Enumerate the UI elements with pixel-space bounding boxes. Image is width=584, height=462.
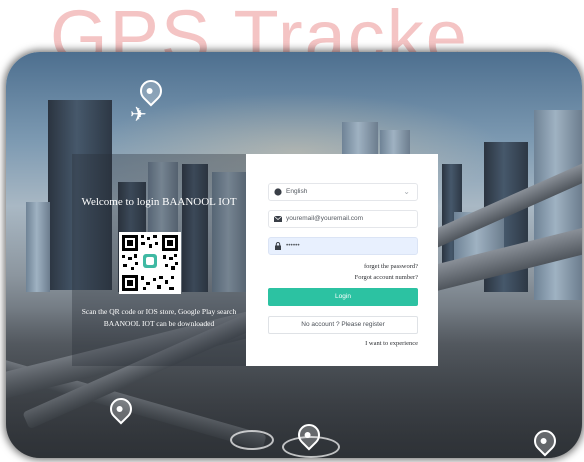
envelope-icon	[274, 215, 282, 222]
password-value: ••••••	[286, 241, 300, 249]
signal-ring	[230, 430, 274, 450]
welcome-panel: Welcome to login BAANOOL IOT Scan the QR	[72, 154, 246, 366]
globe-icon	[274, 188, 282, 196]
forgot-account-link[interactable]: Forgot account number?	[355, 274, 418, 281]
skyscraper	[534, 110, 582, 300]
login-card: English ⌄ youremail@youremail.com ••••••…	[246, 154, 438, 366]
login-button[interactable]: Login	[268, 288, 418, 306]
experience-link[interactable]: I want to experience	[365, 340, 418, 347]
signal-ring	[282, 436, 340, 458]
email-placeholder: youremail@youremail.com	[286, 214, 364, 222]
password-field[interactable]: ••••••	[268, 237, 418, 255]
download-instructions: Scan the QR code or IOS store, Google Pl…	[76, 306, 242, 330]
airplane-icon: ✈	[130, 104, 147, 126]
email-field[interactable]: youremail@youremail.com	[268, 210, 418, 228]
language-select[interactable]: English ⌄	[268, 183, 418, 201]
skyscraper	[26, 202, 50, 292]
qr-code-icon	[119, 232, 181, 294]
forgot-password-link[interactable]: forget the password?	[364, 263, 418, 270]
register-button[interactable]: No account ? Please register	[268, 316, 418, 334]
scan-line-1: Scan the QR code or IOS store, Google Pl…	[81, 307, 237, 316]
chevron-down-icon: ⌄	[403, 187, 410, 196]
scan-line-2: BAANOOL IOT can be downloaded	[103, 319, 215, 328]
welcome-title: Welcome to login BAANOOL IOT	[81, 196, 237, 208]
language-value: English	[286, 187, 308, 195]
lock-icon	[275, 242, 281, 250]
